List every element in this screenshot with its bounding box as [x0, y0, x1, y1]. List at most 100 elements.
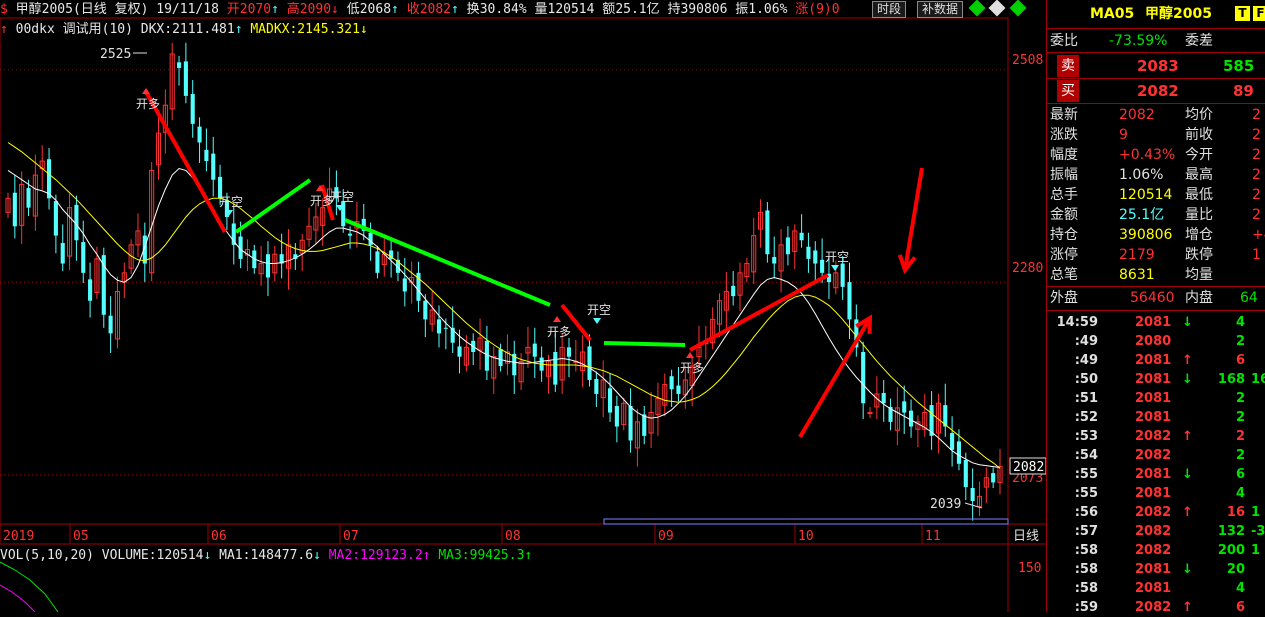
candle-body [881, 392, 886, 404]
period-label[interactable]: 日线 [1013, 529, 1039, 544]
arrow-down-icon: ↓ [359, 22, 368, 37]
tick-direction-icon: ↓ [1182, 562, 1193, 577]
trend-segment-green [234, 178, 312, 234]
candle-body [765, 210, 770, 255]
turnover-value: 30.84% [479, 2, 527, 17]
arrow-icon [798, 316, 872, 439]
candle-body [867, 412, 873, 415]
candle-body [676, 385, 681, 394]
tick-row: :51 2081 2 [1047, 389, 1265, 408]
tick-oi: -3 [1251, 524, 1265, 539]
candle-body [614, 406, 619, 427]
stat-row: 振幅 1.06% 最高 2 [1047, 165, 1265, 185]
stat-label: 量比 [1185, 207, 1213, 223]
tick-row: :50 2081 ↓ 168 16 [1047, 370, 1265, 389]
chart-scrollbar[interactable] [603, 518, 1009, 525]
tick-direction-icon: ↓ [1182, 372, 1193, 387]
signal-open-short-label: 开空 [825, 250, 849, 264]
outer-inner-row: 外盘 56460 内盘 64 [1047, 288, 1265, 308]
tick-row: :58 2082 200 1 [1047, 541, 1265, 560]
supplement-data-button[interactable]: 补数据 [917, 1, 964, 18]
candle-body [847, 282, 852, 320]
vol-indicator-name: VOL(5,10,20) [0, 548, 94, 563]
sell-qty: 585 [1223, 57, 1255, 75]
stat-value: +0.43% [1119, 147, 1176, 163]
stat-value: 2082 [1119, 107, 1155, 123]
low-value: 2068 [359, 2, 392, 17]
flag-icon: ↑ [0, 22, 8, 37]
candle-body [669, 376, 674, 390]
candle-body [731, 285, 736, 297]
trend-segments [143, 89, 829, 352]
candle-body [799, 232, 804, 241]
date-axis: 2019 05 06 07 08 09 10 11 [0, 524, 941, 544]
candle-body [806, 246, 811, 259]
candle-body [197, 126, 202, 143]
kline-chart-panel[interactable]: 开多 开空 开多 开空 开多 开空 开多 开空 2525 2039 2508 2280 207… [0, 0, 1046, 612]
indicator-header: ↑ 00dkx 调试用(10) DKX:2111.481↑ MADKX:2145… [0, 21, 368, 39]
tick-row: :59 2082 ↑ 6 [1047, 598, 1265, 617]
tick-direction-icon: ↑ [1182, 429, 1193, 444]
madkx-value: MADKX:2145.321 [250, 22, 360, 37]
tick-row: :55 2081 4 [1047, 484, 1265, 503]
tick-qty: 168 [1217, 372, 1245, 387]
date-label: 09 [658, 529, 674, 544]
contract-code: MA05 [1090, 6, 1135, 22]
stat-label: 振幅 [1050, 167, 1078, 183]
candle-body [26, 188, 31, 208]
price-tick: 2508 [1012, 53, 1043, 68]
candle-body [970, 487, 975, 502]
stat-row: 持仓 390806 增仓 +4 [1047, 225, 1265, 245]
stat-value: 2 [1252, 107, 1261, 123]
tick-qty: 2 [1235, 334, 1245, 349]
candle-body [813, 250, 818, 264]
date-label: 08 [505, 529, 521, 544]
stat-row: 涨停 2179 跌停 1 [1047, 245, 1265, 265]
candle-body [861, 352, 866, 404]
tick-row: :55 2081 ↓ 6 [1047, 465, 1265, 484]
tick-direction-icon: ↓ [1182, 315, 1193, 330]
amount-label: 额 [602, 2, 616, 17]
quote-panel: MA05 甲醇2005 T F 委比 -73.59% 委差 卖 2083 585… [1046, 0, 1265, 615]
stat-value: 1.06% [1119, 167, 1164, 183]
sell-label: 卖 [1057, 55, 1079, 77]
stat-value: 390806 [1119, 227, 1173, 243]
stat-label: 今开 [1185, 147, 1213, 163]
weicha-label: 委差 [1185, 33, 1213, 49]
signal-long-icon [686, 352, 694, 358]
candle-body [457, 346, 462, 357]
min-price-label: 2039 [930, 497, 961, 512]
trend-segment-green [603, 341, 686, 347]
candle-body [190, 94, 195, 124]
candle-body [46, 159, 52, 199]
timeshare-button[interactable]: 时段 [872, 1, 907, 18]
tick-price: 2082 [1135, 600, 1172, 615]
vol-ma2: MA2:129123.2 [328, 548, 423, 563]
t-icon[interactable]: T [1235, 6, 1250, 21]
signal-open-short-label: 开空 [330, 190, 354, 204]
tick-price: 2080 [1135, 334, 1172, 349]
tick-time: :51 [1074, 391, 1098, 406]
kline-chart[interactable]: 开多开空 开多开空开多开空开多开空 2525 2039 2508 2280 207… [0, 0, 1046, 612]
candle-body [628, 406, 633, 441]
trend-segment-red [689, 273, 829, 352]
candle-body [341, 201, 346, 227]
stat-value: 2179 [1119, 247, 1155, 263]
date-label: 2019 [3, 529, 34, 544]
candle-body [553, 352, 558, 385]
stat-row: 总笔 8631 均量 [1047, 265, 1265, 285]
signal-open-long-label: 开多 [136, 97, 160, 111]
date-label: 05 [73, 529, 89, 544]
tick-time: :53 [1074, 429, 1098, 444]
divider [1047, 103, 1265, 104]
tick-oi: 1 [1251, 505, 1261, 520]
sell-price: 2083 [1137, 57, 1179, 75]
weibi-value: -73.59% [1109, 33, 1168, 49]
close-value: 2082 [419, 2, 452, 17]
candle-body [594, 379, 599, 394]
max-price-label: 2525 [100, 47, 131, 62]
f-icon[interactable]: F [1253, 6, 1265, 21]
stat-value: 8631 [1119, 267, 1155, 283]
tick-time: :59 [1074, 600, 1098, 615]
tick-row: :49 2080 2 [1047, 332, 1265, 351]
